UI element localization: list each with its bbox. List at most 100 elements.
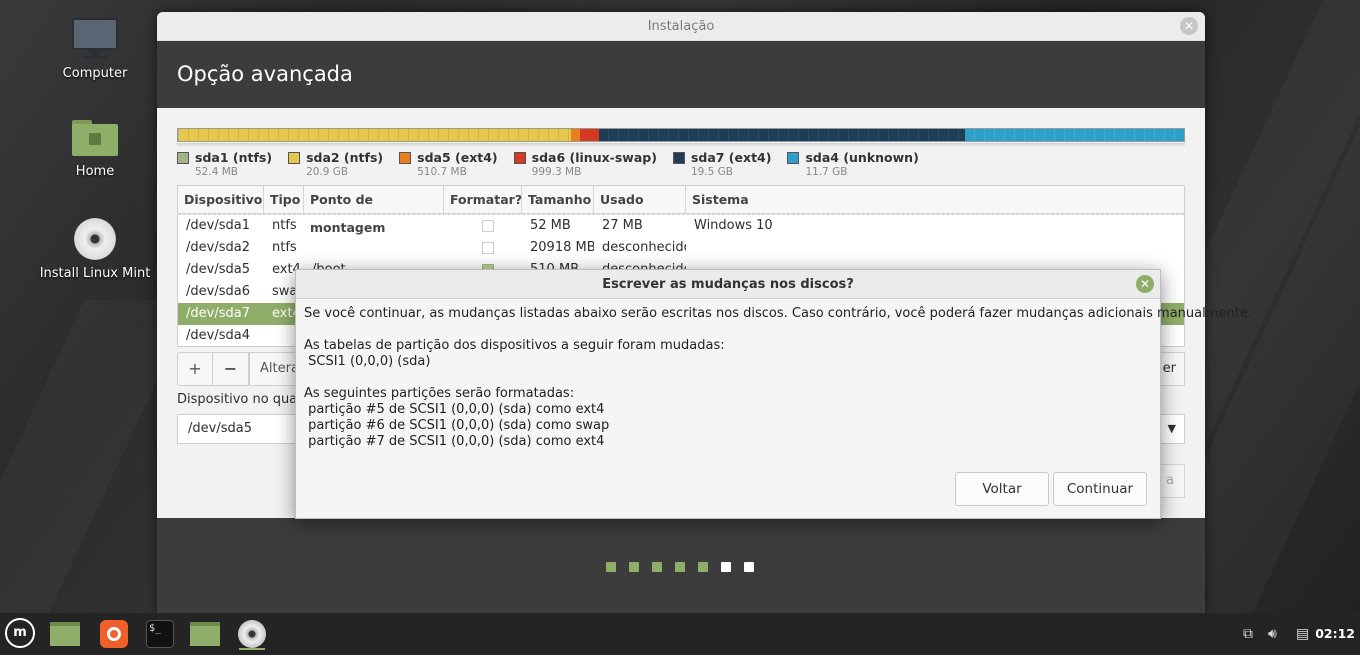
active-indicator — [239, 648, 265, 650]
dialog-text: Se você continuar, as mudanças listadas … — [304, 306, 1252, 321]
legend-size: 52.4 MB — [195, 166, 238, 178]
files-icon[interactable] — [190, 618, 222, 650]
legend-item: sda7 (ext4) 19.5 GB — [672, 150, 772, 178]
cell-device: /dev/sda7 — [186, 306, 250, 321]
dialog-text: partição #5 de SCSI1 (0,0,0) (sda) como … — [304, 402, 605, 417]
continue-button[interactable]: Continuar — [1053, 472, 1147, 506]
cell-size: 52 MB — [530, 218, 571, 233]
back-button[interactable]: Voltar — [955, 472, 1049, 506]
cell-device: /dev/sda2 — [186, 240, 250, 255]
terminal-icon[interactable]: $_ — [144, 618, 176, 650]
legend-label: sda4 (unknown) — [805, 150, 919, 165]
progress-step — [652, 562, 662, 572]
add-partition-button[interactable]: + — [177, 352, 213, 386]
legend-label: sda6 (linux-swap) — [531, 150, 657, 165]
cell-used: desconhecido — [602, 240, 686, 255]
mint-menu-icon[interactable]: m — [5, 618, 37, 650]
window-titlebar[interactable]: Instalação ✕ — [157, 12, 1205, 41]
partition-toolbar: + − Altera — [177, 352, 309, 386]
dialog-titlebar: Escrever as mudanças nos discos? ✕ — [296, 270, 1160, 299]
dialog-text: As tabelas de partição dos dispositivos … — [304, 338, 725, 353]
legend-swatch — [513, 151, 526, 164]
partition-segment-sda2 — [178, 129, 571, 141]
column-header[interactable]: Sistema — [686, 186, 1184, 213]
cell-device: /dev/sda6 — [186, 284, 250, 299]
legend-label: sda5 (ext4) — [417, 150, 498, 165]
partition-bar — [177, 128, 1185, 142]
column-header[interactable]: Dispositivo — [178, 186, 264, 213]
format-checkbox[interactable] — [482, 219, 494, 232]
progress-footer — [157, 518, 1205, 613]
progress-step — [675, 562, 685, 572]
legend-swatch — [177, 151, 189, 164]
cell-type: ntfs — [272, 218, 297, 233]
clipboard-icon[interactable]: ▤ — [1296, 626, 1309, 642]
desktop-icon-home[interactable]: Home — [35, 118, 155, 179]
monitor-icon — [72, 18, 118, 60]
legend-swatch — [787, 151, 800, 164]
legend-item: sda6 (linux-swap) 999.3 MB — [513, 150, 657, 178]
cell-system — [686, 237, 1184, 259]
volume-icon[interactable]: 🔊︎ — [1268, 626, 1277, 642]
cell-used: 27 MB — [602, 218, 643, 233]
desktop-icon-label: Install Linux Mint — [39, 266, 151, 281]
column-header[interactable]: Ponto de montagem — [304, 186, 444, 235]
legend-label: sda7 (ext4) — [690, 150, 772, 165]
legend-swatch — [288, 151, 301, 164]
format-checkbox[interactable] — [482, 241, 494, 254]
cell-size: 20918 MB — [530, 240, 594, 255]
progress-step — [744, 562, 754, 572]
legend-size: 999.3 MB — [531, 166, 582, 178]
dialog-title: Escrever as mudanças nos discos? — [602, 277, 854, 292]
firefox-icon[interactable] — [98, 618, 130, 650]
progress-step — [698, 562, 708, 572]
desktop-icon-computer[interactable]: Computer — [35, 18, 155, 81]
partition-segment-sda6 — [580, 129, 600, 141]
legend-swatch — [399, 151, 412, 164]
column-header[interactable]: Tipo — [264, 186, 304, 213]
cell-type: ntfs — [272, 240, 297, 255]
partition-segment-sda7 — [599, 129, 965, 141]
remove-partition-button[interactable]: − — [213, 352, 249, 386]
cell-device: /dev/sda4 — [186, 328, 250, 343]
progress-dots — [606, 562, 767, 572]
table-row[interactable]: /dev/sda2 ntfs 20918 MB desconhecido — [178, 237, 1184, 259]
progress-step — [721, 562, 731, 572]
legend-item: sda1 (ntfs) 52.4 MB — [177, 150, 272, 178]
home-folder-icon — [72, 118, 118, 158]
legend-size: 19.5 GB — [690, 166, 733, 178]
cell-device: /dev/sda1 — [186, 218, 250, 233]
cell-system: Windows 10 — [694, 218, 773, 233]
partition-segment-sda5 — [570, 129, 581, 141]
dialog-text: SCSI1 (0,0,0) (sda) — [304, 354, 431, 369]
partition-bar-shadow — [177, 143, 1185, 147]
legend-size: 11.7 GB — [805, 166, 848, 178]
clock[interactable]: 02:12 — [1315, 613, 1355, 655]
legend-label: sda2 (ntfs) — [306, 150, 384, 165]
progress-step — [606, 562, 616, 572]
page-title: Opção avançada — [157, 41, 1205, 108]
installer-taskbar-icon[interactable] — [236, 618, 268, 650]
legend-size: 20.9 GB — [306, 166, 349, 178]
legend-item: sda5 (ext4) 510.7 MB — [399, 150, 498, 178]
column-header[interactable]: Tamanho — [522, 186, 594, 213]
cell-format — [444, 237, 522, 259]
disc-icon — [74, 218, 116, 260]
confirm-write-dialog: Escrever as mudanças nos discos? ✕ Se vo… — [295, 269, 1252, 519]
desktop-icon-install[interactable]: Install Linux Mint — [35, 218, 155, 281]
network-icon[interactable]: ⧉ — [1243, 626, 1253, 642]
legend-item: sda2 (ntfs) 20.9 GB — [288, 150, 383, 178]
cell-device: /dev/sda5 — [186, 262, 250, 277]
dialog-text: partição #7 de SCSI1 (0,0,0) (sda) como … — [304, 434, 605, 449]
show-desktop-icon[interactable] — [50, 618, 82, 650]
dialog-body: Se você continuar, as mudanças listadas … — [296, 299, 1252, 457]
progress-step — [629, 562, 639, 572]
window-title: Instalação — [647, 19, 715, 34]
bootloader-device-value: /dev/sda5 — [188, 421, 252, 436]
dialog-text: partição #6 de SCSI1 (0,0,0) (sda) como … — [304, 418, 610, 433]
column-header[interactable]: Formatar? — [444, 186, 522, 213]
column-header[interactable]: Usado — [594, 186, 686, 213]
table-row[interactable]: /dev/sda1 ntfs 52 MB 27 MB Windows 10 — [178, 215, 1184, 237]
close-icon[interactable]: ✕ — [1180, 17, 1198, 35]
close-icon[interactable]: ✕ — [1136, 275, 1154, 293]
